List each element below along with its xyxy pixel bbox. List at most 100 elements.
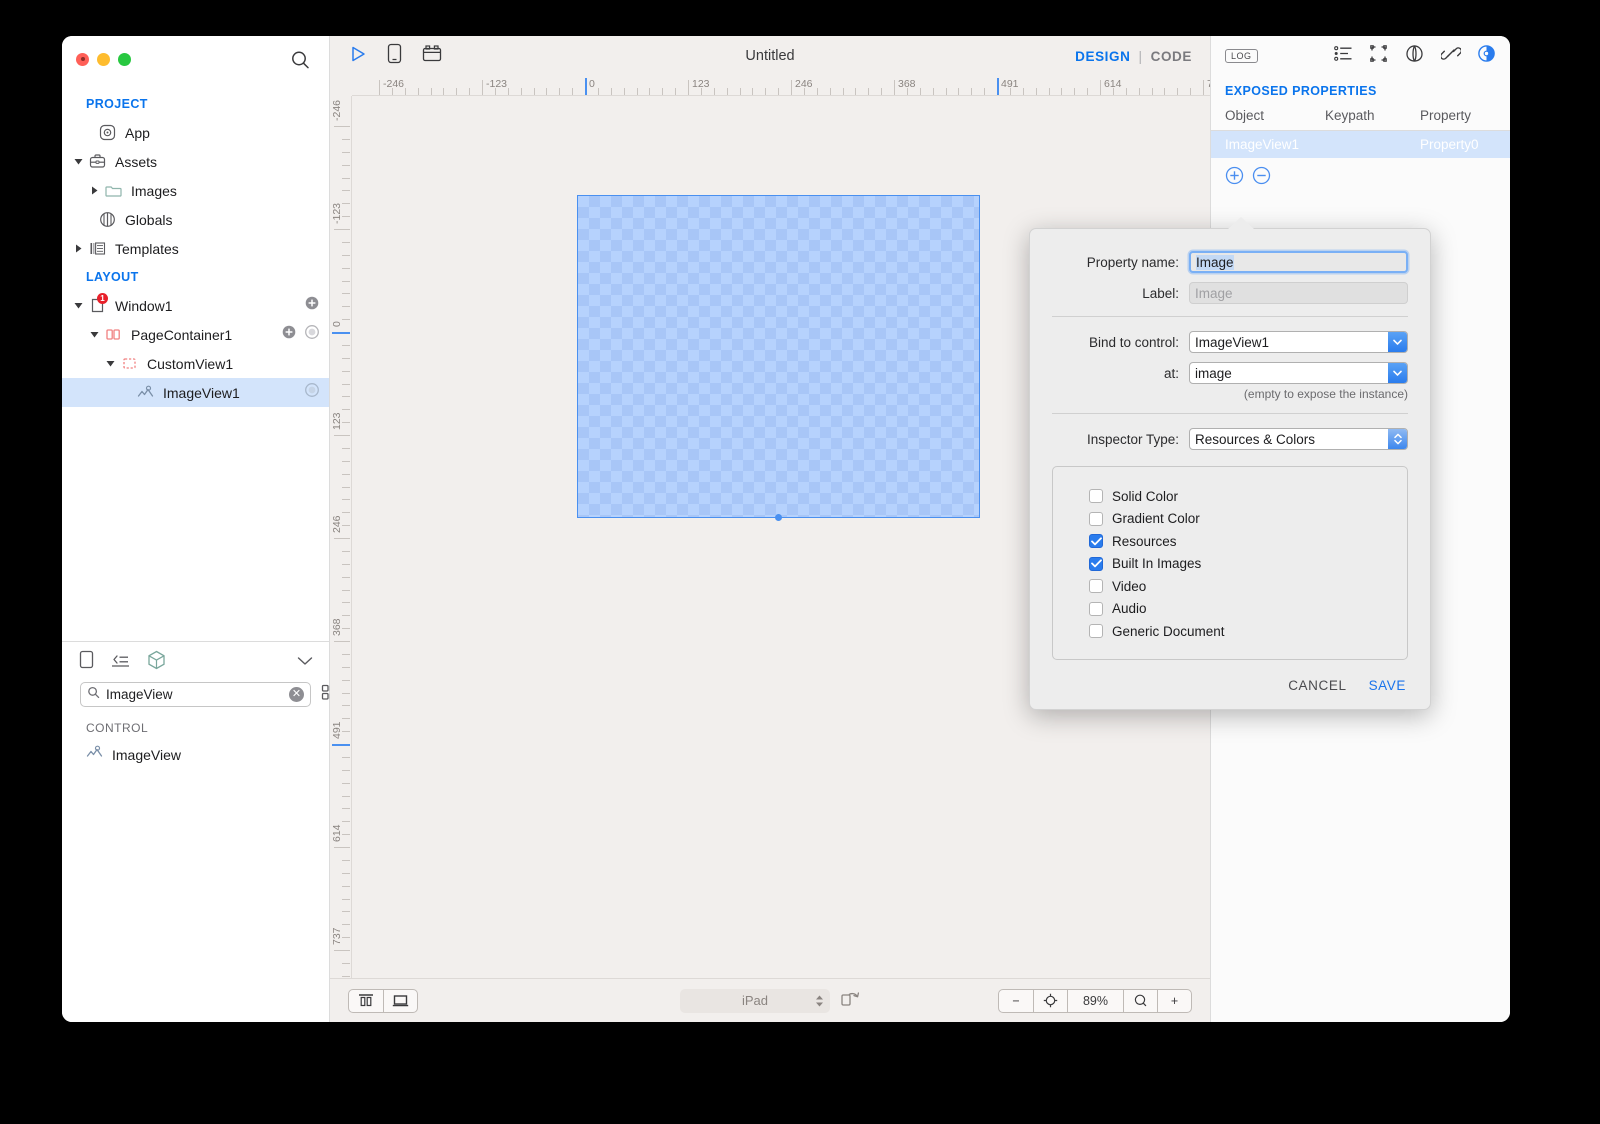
ruler-tick-minor <box>342 422 350 424</box>
library-search-input[interactable] <box>106 687 283 702</box>
ruler-tick-minor <box>765 88 767 95</box>
tree-item-assets[interactable]: Assets <box>62 147 329 176</box>
panel-icon[interactable] <box>78 650 95 674</box>
tab-code[interactable]: CODE <box>1151 49 1192 64</box>
label-input[interactable]: Image <box>1189 282 1408 304</box>
minimize-window-button[interactable] <box>97 52 110 66</box>
field-label: Inspector Type: <box>1086 431 1179 447</box>
search-input-wrapper[interactable]: ✕ <box>80 682 311 707</box>
split-vertical-icon[interactable] <box>349 990 383 1012</box>
tree-item-app[interactable]: App <box>62 118 329 147</box>
tab-design[interactable]: DESIGN <box>1075 49 1130 64</box>
fit-target-icon[interactable] <box>1033 989 1067 1012</box>
add-child-button[interactable] <box>305 296 319 315</box>
log-button[interactable]: LOG <box>1225 49 1258 63</box>
tree-item-customview1[interactable]: CustomView1 <box>62 349 329 378</box>
bindings-inspector-icon[interactable] <box>1440 44 1462 68</box>
play-run-icon[interactable] <box>348 44 368 69</box>
checkbox-unchecked-icon[interactable] <box>1089 489 1103 504</box>
visibility-toggle-icon[interactable] <box>305 383 319 402</box>
tree-item-imageview1[interactable]: ImageView1 <box>62 378 329 407</box>
tree-item-templates[interactable]: Templates <box>62 234 329 263</box>
disclosure-triangle-closed[interactable] <box>70 244 86 253</box>
ruler-tick-minor <box>342 576 350 578</box>
zoom-in-button[interactable]: + <box>1157 989 1191 1012</box>
checkbox-checked-icon[interactable] <box>1089 556 1103 571</box>
add-child-button[interactable] <box>282 325 296 344</box>
library-search-row: ✕ <box>62 682 337 707</box>
layout-inspector-icon[interactable] <box>1369 44 1388 68</box>
resize-handle-bottom[interactable] <box>775 514 782 521</box>
checkbox-row[interactable]: Gradient Color <box>1089 508 1407 531</box>
tree-item-pagecontainer1[interactable]: PageContainer1 <box>62 320 329 349</box>
save-button[interactable]: SAVE <box>1369 678 1406 693</box>
close-window-button[interactable] <box>76 52 89 66</box>
tree-item-window1[interactable]: 1 Window1 <box>62 291 329 320</box>
inspector-type-select[interactable]: Resources & Colors <box>1189 428 1408 450</box>
remove-property-button[interactable] <box>1252 166 1271 190</box>
visibility-toggle-icon[interactable] <box>305 325 319 344</box>
zoom-window-button[interactable] <box>118 52 131 66</box>
bind-to-control-select[interactable]: ImageView1 <box>1189 331 1408 353</box>
zoom-out-button[interactable]: − <box>999 990 1033 1012</box>
chevron-down-icon[interactable] <box>297 653 313 671</box>
appearance-inspector-icon[interactable] <box>1404 44 1425 68</box>
layout-blocks-icon[interactable] <box>421 44 443 69</box>
customview-icon <box>118 355 140 372</box>
rotate-device-icon[interactable] <box>840 989 860 1012</box>
disclosure-triangle-closed[interactable] <box>86 186 102 195</box>
checkbox-row[interactable]: Built In Images <box>1089 553 1407 576</box>
device-select[interactable]: iPad <box>680 988 830 1013</box>
checkbox-row[interactable]: Resources <box>1089 530 1407 553</box>
tree-item-images[interactable]: Images <box>62 176 329 205</box>
checkbox-unchecked-icon[interactable] <box>1089 579 1103 594</box>
list-icon[interactable] <box>111 652 131 673</box>
ruler-tick-minor <box>726 88 728 95</box>
object-icon[interactable] <box>147 650 166 675</box>
tree-item-globals[interactable]: Globals <box>62 205 329 234</box>
single-pane-icon[interactable] <box>383 989 417 1012</box>
chevron-down-icon[interactable] <box>1388 332 1407 352</box>
bind-to-control-value: ImageView1 <box>1195 334 1270 350</box>
field-inspector-type: Inspector Type: Resources & Colors <box>1052 428 1408 450</box>
add-property-button[interactable] <box>1225 166 1244 190</box>
checkbox-checked-icon[interactable] <box>1089 534 1103 549</box>
ruler-tick-minor <box>430 88 432 95</box>
disclosure-triangle-open[interactable] <box>102 359 118 368</box>
cancel-button[interactable]: CANCEL <box>1288 678 1346 693</box>
checkbox-row[interactable]: Solid Color <box>1089 485 1407 508</box>
checkbox-row[interactable]: Video <box>1089 575 1407 598</box>
ruler-tick-minor <box>342 666 350 668</box>
exposed-properties-icon[interactable] <box>1477 44 1496 68</box>
row-actions <box>305 383 319 402</box>
disclosure-triangle-open[interactable] <box>70 301 86 310</box>
library-item-imageview[interactable]: ImageView <box>62 741 329 769</box>
chevron-down-icon[interactable] <box>1388 363 1407 383</box>
disclosure-triangle-open[interactable] <box>86 330 102 339</box>
table-row[interactable]: ImageView1 Property0 <box>1211 131 1510 158</box>
checkbox-unchecked-icon[interactable] <box>1089 601 1103 616</box>
ruler-tick-minor <box>919 88 921 95</box>
at-keypath-select[interactable]: image <box>1189 362 1408 384</box>
checkbox-unchecked-icon[interactable] <box>1089 624 1103 639</box>
checkbox-row[interactable]: Audio <box>1089 598 1407 621</box>
stepper-arrows-icon[interactable] <box>815 994 824 1007</box>
zoom-level-value: 89% <box>1067 989 1123 1012</box>
field-bind-to-control: Bind to control: ImageView1 <box>1052 331 1408 353</box>
artboard-imageview1[interactable] <box>577 195 980 521</box>
mode-separator: | <box>1138 48 1143 64</box>
checkbox-unchecked-icon[interactable] <box>1089 511 1103 526</box>
project-tree: PROJECT App Assets Images Globals Templa… <box>62 82 329 407</box>
zoom-magnifier-icon[interactable] <box>1123 989 1157 1012</box>
checkbox-row[interactable]: Generic Document <box>1089 620 1407 643</box>
search-icon[interactable] <box>289 49 311 71</box>
device-preview-icon[interactable] <box>386 43 403 69</box>
property-name-input[interactable]: Image <box>1189 251 1408 273</box>
stepper-arrows-icon[interactable] <box>1388 429 1407 449</box>
ruler-tick-minor <box>417 88 419 95</box>
ruler-tick-major <box>334 126 350 127</box>
ruler-tick-minor <box>662 88 664 95</box>
list-inspector-icon[interactable] <box>1334 45 1353 67</box>
disclosure-triangle-open[interactable] <box>70 157 86 166</box>
clear-search-icon[interactable]: ✕ <box>289 687 304 702</box>
